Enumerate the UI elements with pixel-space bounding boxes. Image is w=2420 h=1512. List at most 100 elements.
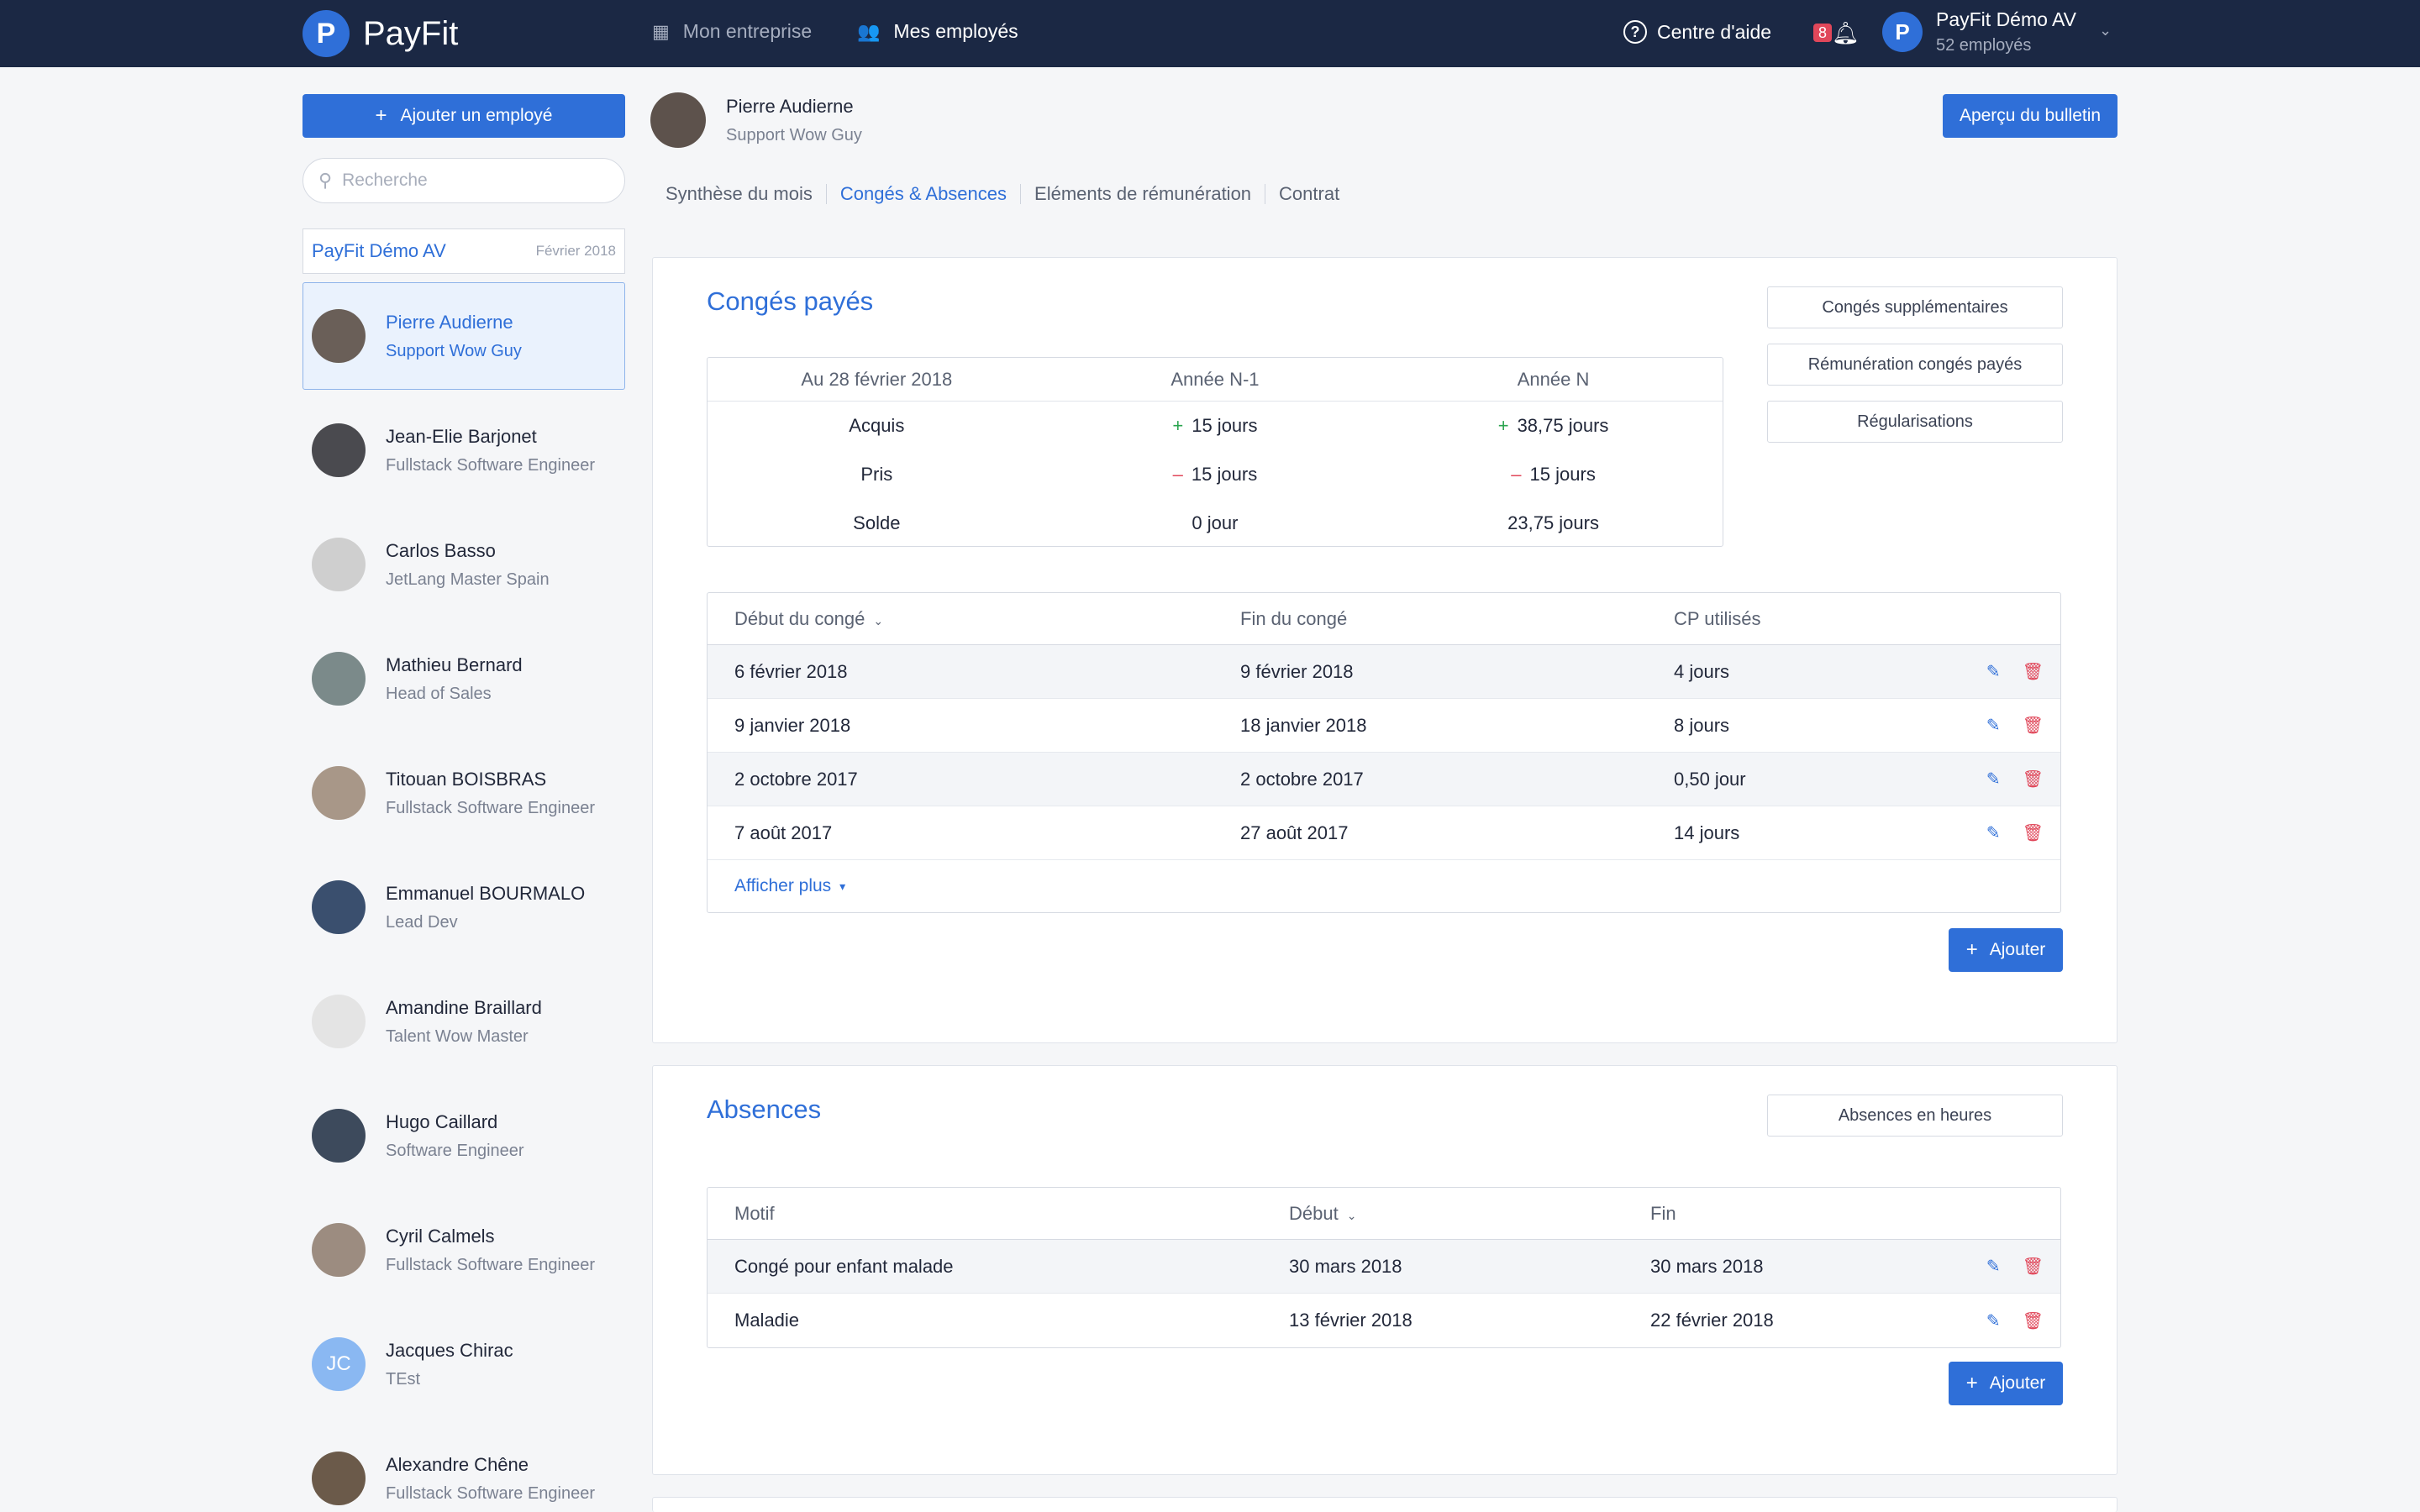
conges-summary-table: Au 28 février 2018 Année N-1 Année N Acq…: [707, 357, 1723, 547]
account-menu[interactable]: P PayFit Démo AV 52 employés ⌄: [1882, 8, 2112, 55]
summary-label: Pris: [860, 464, 893, 485]
employee-role: Head of Sales: [386, 684, 492, 703]
employee-list: Pierre Audierne Support Wow Guy Jean-Elie…: [302, 282, 625, 1512]
employee-header-role: Support Wow Guy: [726, 125, 862, 144]
tab-conges-absences[interactable]: Congés & Absences: [827, 183, 1020, 205]
payfit-logo-icon: P: [302, 10, 350, 57]
remuneration-conges-button[interactable]: Rémunération congés payés: [1767, 344, 2063, 386]
edit-icon[interactable]: ✎: [1986, 715, 2001, 736]
nav-mon-entreprise-label: Mon entreprise: [682, 20, 813, 42]
absences-en-heures-button[interactable]: Absences en heures: [1767, 1095, 2063, 1137]
header-cp-utilises: CP utilisés: [1674, 607, 1761, 629]
cell-debut: 13 février 2018: [1289, 1310, 1413, 1331]
help-icon: ?: [1623, 20, 1647, 44]
employee-list-item[interactable]: Titouan BOISBRAS Fullstack Software Engin…: [302, 739, 625, 847]
trash-icon[interactable]: 🗑︎: [2023, 769, 2044, 790]
add-employee-button[interactable]: + Ajouter un employé: [302, 94, 625, 138]
edit-icon[interactable]: ✎: [1986, 822, 2001, 843]
employee-header-avatar: [650, 92, 706, 148]
notification-badge: 8: [1813, 24, 1832, 42]
table-row: Maladie 13 février 2018 22 février 2018 …: [708, 1294, 2060, 1347]
table-row: 7 août 2017 27 août 2017 14 jours ✎ 🗑︎: [708, 806, 2060, 860]
employee-role: JetLang Master Spain: [386, 570, 550, 589]
account-avatar-icon: P: [1882, 12, 1923, 52]
employee-avatar: [312, 1223, 366, 1277]
employee-list-item[interactable]: Pierre Audierne Support Wow Guy: [302, 282, 625, 390]
table-row: 6 février 2018 9 février 2018 4 jours ✎ 🗑…: [708, 645, 2060, 699]
summary-row-acquis: Acquis +15 jours +38,75 jours: [708, 402, 1723, 450]
edit-icon[interactable]: ✎: [1986, 1310, 2001, 1331]
edit-icon[interactable]: ✎: [1986, 1256, 2001, 1277]
plus-icon: +: [1172, 415, 1184, 436]
header-debut[interactable]: Début ⌄: [1289, 1203, 1356, 1225]
summary-value-n1: +15 jours: [1172, 415, 1258, 436]
trash-icon[interactable]: 🗑︎: [2023, 822, 2044, 843]
employee-list-item[interactable]: Emmanuel BOURMALO Lead Dev: [302, 853, 625, 961]
summary-value-n1: 0 jour: [1192, 512, 1239, 533]
employee-avatar: [312, 880, 366, 934]
tab-remuneration[interactable]: Eléments de rémunération: [1021, 183, 1265, 205]
employee-name: Emmanuel BOURMALO: [386, 882, 586, 904]
employee-name: Mathieu Bernard: [386, 654, 523, 675]
summary-row-solde: Solde 0 jour 23,75 jours: [708, 499, 1723, 548]
conges-payes-card: Congés payés Congés supplémentaires Rému…: [652, 257, 2118, 1043]
absences-table-header: Motif Début ⌄ Fin: [708, 1188, 2060, 1240]
chevron-down-icon[interactable]: ⌄: [2099, 22, 2112, 39]
payfit-logo[interactable]: P PayFit: [302, 10, 458, 57]
employee-role: Fullstack Software Engineer: [386, 798, 596, 817]
employee-role: Software Engineer: [386, 1141, 524, 1160]
trash-icon[interactable]: 🗑︎: [2023, 1256, 2044, 1277]
cell-motif: Congé pour enfant malade: [734, 1255, 954, 1277]
employee-role: Support Wow Guy: [386, 341, 522, 360]
regularisations-button[interactable]: Régularisations: [1767, 401, 2063, 443]
employee-header-name: Pierre Audierne: [726, 95, 854, 117]
cell-cp: 4 jours: [1674, 660, 1730, 682]
cell-cp: 14 jours: [1674, 822, 1740, 843]
notifications-button[interactable]: 8 🔔︎: [1813, 20, 1860, 47]
employee-list-item[interactable]: Amandine Braillard Talent Wow Master: [302, 968, 625, 1075]
add-employee-label: Ajouter un employé: [400, 106, 553, 125]
nav-mes-employes[interactable]: 👥 Mes employés: [857, 20, 1018, 43]
employee-list-item[interactable]: JC Jacques Chirac TEst: [302, 1310, 625, 1418]
conges-table-header: Début du congé ⌄ Fin du congé CP utilisés: [708, 593, 2060, 645]
cell-fin: 18 janvier 2018: [1240, 714, 1367, 736]
trash-icon[interactable]: 🗑︎: [2023, 661, 2044, 682]
account-employee-count: 52 employés: [1936, 36, 2032, 55]
employee-role: Fullstack Software Engineer: [386, 1255, 596, 1274]
trash-icon[interactable]: 🗑︎: [2023, 1310, 2044, 1331]
employee-list-item[interactable]: Cyril Calmels Fullstack Software Engineer: [302, 1196, 625, 1304]
trash-icon[interactable]: 🗑︎: [2023, 715, 2044, 736]
brand-name: PayFit: [363, 14, 459, 52]
company-period-selector[interactable]: PayFit Démo AV Février 2018: [302, 228, 625, 274]
employee-header: Pierre Audierne Support Wow Guy: [650, 92, 862, 148]
employee-list-item[interactable]: Alexandre Chêne Fullstack Software Engine…: [302, 1425, 625, 1512]
edit-icon[interactable]: ✎: [1986, 661, 2001, 682]
employee-avatar: [312, 309, 366, 363]
add-conge-button[interactable]: + Ajouter: [1949, 928, 2063, 972]
payslip-preview-button[interactable]: Aperçu du bulletin: [1943, 94, 2118, 138]
tab-synthese[interactable]: Synthèse du mois: [666, 183, 826, 205]
employee-name: Carlos Basso: [386, 539, 496, 561]
minus-icon: –: [1511, 464, 1522, 485]
add-conge-label: Ajouter: [1989, 940, 2046, 959]
employee-list-item[interactable]: Carlos Basso JetLang Master Spain: [302, 511, 625, 618]
employee-list-item[interactable]: Hugo Caillard Software Engineer: [302, 1082, 625, 1189]
cell-debut: 2 octobre 2017: [734, 768, 858, 790]
search-input[interactable]: [342, 171, 595, 191]
add-absence-label: Ajouter: [1989, 1373, 2046, 1393]
employee-role: TEst: [386, 1369, 421, 1389]
summary-value-n: –15 jours: [1511, 464, 1596, 485]
summary-header-n: Année N: [1517, 368, 1590, 390]
edit-icon[interactable]: ✎: [1986, 769, 2001, 790]
conges-supplementaires-button[interactable]: Congés supplémentaires: [1767, 286, 2063, 328]
employee-tabs: Synthèse du mois Congés & Absences Eléme…: [666, 183, 1353, 205]
next-section-card: [652, 1497, 2118, 1512]
help-center-link[interactable]: ? Centre d'aide: [1623, 20, 1771, 44]
tab-contrat[interactable]: Contrat: [1265, 183, 1353, 205]
show-more-link[interactable]: Afficher plus ▾: [708, 860, 2060, 912]
employee-list-item[interactable]: Jean-Elie Barjonet Fullstack Software Eng…: [302, 396, 625, 504]
add-absence-button[interactable]: + Ajouter: [1949, 1362, 2063, 1405]
employee-list-item[interactable]: Mathieu Bernard Head of Sales: [302, 625, 625, 732]
header-debut-conge[interactable]: Début du congé ⌄: [734, 608, 883, 630]
nav-mon-entreprise[interactable]: ▦ Mon entreprise: [652, 20, 812, 43]
